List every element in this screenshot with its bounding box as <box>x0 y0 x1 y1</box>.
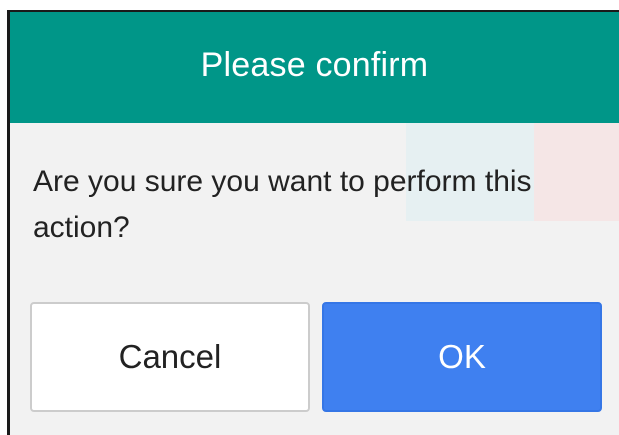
dialog-message: Are you sure you want to perform this ac… <box>33 165 532 244</box>
ok-button[interactable]: OK <box>322 302 602 412</box>
cancel-button[interactable]: Cancel <box>30 302 310 412</box>
confirm-dialog: Please confirm Are you sure you want to … <box>7 10 619 435</box>
dialog-title: Please confirm <box>200 46 429 84</box>
ok-button-label: OK <box>438 338 486 375</box>
cancel-button-label: Cancel <box>118 338 222 375</box>
dialog-header: Please confirm <box>10 12 619 123</box>
